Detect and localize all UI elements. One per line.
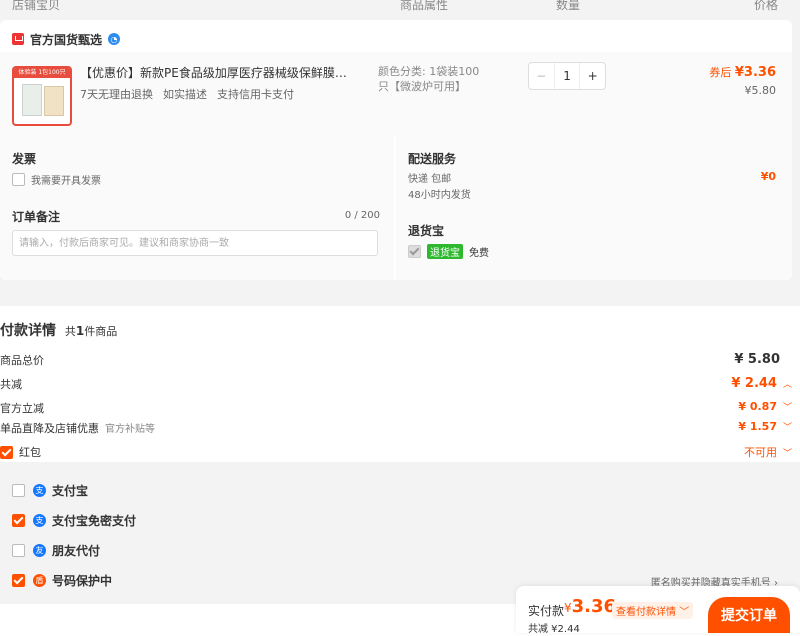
memo-counter: 0 / 200: [344, 210, 380, 221]
official-value: ¥ 0.87: [738, 400, 777, 413]
discount-value: ¥ 2.44: [731, 376, 777, 391]
payment-methods: 支 支付宝 支 支付宝免密支付 友 朋友代付 盾 号码保护中 匿名购买并隐藏真实…: [0, 462, 800, 604]
submit-order-button[interactable]: 提交订单: [708, 597, 790, 633]
price-after-coupon: 券后 ¥3.36: [709, 65, 776, 80]
product-tags: 7天无理由退换 如实描述 支持信用卡支付: [80, 86, 294, 102]
view-payment-detail-link[interactable]: 查看付款详情 ﹀: [612, 602, 694, 619]
total-value: ¥ 5.80: [734, 352, 780, 367]
chevron-down-icon[interactable]: ﹀: [783, 400, 792, 413]
store-discount-value-wrap: ¥ 1.57 ﹀: [738, 420, 792, 433]
method-alipay-nopwd[interactable]: 支 支付宝免密支付: [12, 512, 136, 528]
delivery-method: 快递 包邮: [408, 174, 452, 185]
method-checkbox[interactable]: [12, 573, 25, 587]
chat-bubble-icon[interactable]: ◔: [108, 33, 121, 45]
qty-value[interactable]: 1: [553, 63, 581, 89]
chevron-down-icon[interactable]: ﹀: [783, 446, 792, 459]
delivery-pane: 配送服务 快递 包邮 48小时内发货 ¥0 退货宝 退货宝 免费: [396, 136, 792, 280]
store-header[interactable]: 官方国货甄选 ◔: [12, 26, 121, 52]
price-after-value: ¥3.36: [734, 65, 776, 80]
col-qty: 数量: [556, 0, 581, 12]
row-official[interactable]: 官方立减 ¥ 0.87 ﹀: [0, 400, 800, 416]
invoice-checkbox[interactable]: [12, 173, 25, 186]
row-red-packet[interactable]: 红包 不可用 ﹀: [0, 444, 800, 460]
col-price: 价格: [754, 0, 779, 12]
order-card: 官方国货甄选 ◔ 体验装 1包100只 【优惠价】新款PE食品级加厚医疗器械级保…: [0, 20, 792, 280]
row-total: 商品总价 ¥ 5.80: [0, 352, 780, 367]
qty-decrease-button[interactable]: −: [529, 63, 554, 89]
red-packet-option[interactable]: 红包: [0, 444, 41, 460]
return-checkbox[interactable]: [408, 245, 421, 258]
product-attribute: 颜色分类: 1袋装100只【微波炉可用】: [378, 65, 480, 93]
col-store-item: 店铺宝贝: [12, 0, 61, 12]
red-packet-value-wrap: 不可用 ﹀: [744, 444, 792, 460]
method-checkbox[interactable]: [12, 543, 25, 557]
friend-pay-icon: 友: [33, 543, 46, 557]
method-alipay[interactable]: 支 支付宝: [12, 482, 88, 498]
price-block: 券后 ¥3.36 ¥5.80: [709, 64, 776, 97]
red-packet-checkbox[interactable]: [0, 445, 13, 459]
red-packet-value: 不可用: [743, 446, 777, 459]
item-count: 共1件商品: [64, 324, 118, 338]
pay-amount: ¥3.36: [564, 596, 617, 617]
delivery-eta: 48小时内发货: [408, 190, 471, 201]
column-header: 店铺宝贝 商品属性 数量 价格: [0, 0, 800, 16]
method-checkbox[interactable]: [12, 483, 25, 497]
chevron-down-icon: ﹀: [679, 607, 690, 618]
alipay-icon: 支: [33, 483, 46, 497]
store-discount-value: ¥ 1.57: [738, 420, 777, 433]
thumb-pack-icon: [22, 84, 42, 116]
thumb-ribbon: 体验装 1包100只: [14, 68, 70, 78]
method-number-protect[interactable]: 盾 号码保护中: [12, 572, 112, 588]
alipay-icon: 支: [33, 513, 46, 527]
row-store-discount[interactable]: 单品直降及店铺优惠 官方补贴等 ¥ 1.57 ﹀: [0, 420, 800, 436]
thumb-pack-icon: [44, 86, 64, 116]
method-friend-pay[interactable]: 友 朋友代付: [12, 542, 100, 558]
product-tag: 支持信用卡支付: [217, 88, 294, 101]
product-tag: 如实描述: [163, 88, 207, 101]
store-name: 官方国货甄选: [30, 32, 103, 47]
quantity-stepper: − 1 +: [528, 62, 606, 90]
col-attr: 商品属性: [400, 0, 449, 12]
payment-title: 付款详情 共1件商品: [0, 323, 118, 339]
official-value-wrap: ¥ 0.87 ﹀: [738, 400, 792, 413]
store-discount-label: 单品直降及店铺优惠 官方补贴等: [0, 422, 155, 435]
memo-input[interactable]: [12, 230, 378, 256]
price-original: ¥5.80: [744, 84, 777, 97]
return-text: 免费: [469, 248, 489, 259]
shield-icon: 盾: [33, 573, 46, 587]
return-badge: 退货宝: [427, 244, 463, 259]
method-checkbox[interactable]: [12, 513, 25, 527]
delivery-title: 配送服务: [408, 152, 457, 166]
discount-value-wrap: ¥ 2.44 ︿: [731, 376, 792, 391]
invoice-memo-pane: 发票 我需要开具发票 订单备注 0 / 200: [0, 136, 394, 280]
row-discount[interactable]: 共减 ¥ 2.44 ︿: [0, 376, 800, 392]
pay-label: 实付款: [528, 604, 565, 618]
chevron-down-icon[interactable]: ﹀: [783, 420, 792, 433]
invoice-title: 发票: [12, 152, 37, 166]
product-row: 体验装 1包100只 【优惠价】新款PE食品级加厚医疗器械级保鲜膜袋耐... 7…: [0, 52, 792, 136]
delivery-price: ¥0: [760, 170, 776, 183]
chevron-up-icon[interactable]: ︿: [783, 377, 792, 390]
invoice-option[interactable]: 我需要开具发票: [12, 172, 101, 187]
product-thumbnail[interactable]: 体验装 1包100只: [12, 66, 72, 126]
invoice-checkbox-label: 我需要开具发票: [31, 176, 101, 187]
store-bag-icon: [12, 33, 24, 45]
return-option[interactable]: 退货宝 免费: [408, 244, 489, 259]
product-tag: 7天无理由退换: [80, 88, 153, 101]
return-title: 退货宝: [408, 224, 445, 238]
qty-increase-button[interactable]: +: [580, 63, 605, 89]
product-title[interactable]: 【优惠价】新款PE食品级加厚医疗器械级保鲜膜袋耐...: [80, 64, 350, 81]
memo-title: 订单备注: [12, 210, 61, 224]
